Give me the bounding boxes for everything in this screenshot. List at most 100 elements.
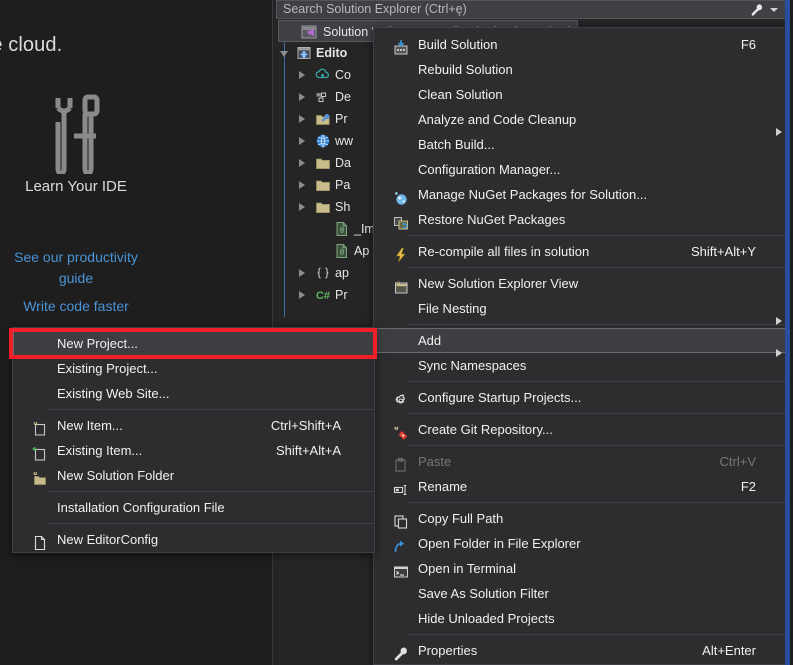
add-submenu[interactable]: New Project... Existing Project... Existin… — [12, 327, 375, 553]
menu-item-clean-solution[interactable]: Clean Solution — [374, 82, 789, 107]
menu-icon-placeholder — [14, 331, 48, 356]
menu-item-create-git-repository[interactable]: Create Git Repository... — [374, 417, 789, 442]
menu-item-shortcut: Shift+Alt+Y — [690, 244, 756, 259]
menu-item-label: Re-compile all files in solution — [418, 244, 590, 259]
menu-item-hide-unloaded-projects[interactable]: Hide Unloaded Projects — [374, 606, 789, 631]
menu-item-open-in-terminal[interactable]: Open in Terminal — [374, 556, 789, 581]
menu-item-save-as-solution-filter[interactable]: Save As Solution Filter — [374, 581, 789, 606]
menu-separator — [47, 409, 374, 410]
tree-row-label: Edito — [316, 46, 348, 60]
menu-item-label: Rename — [418, 479, 468, 494]
razor-file-icon: @ — [334, 221, 350, 237]
menu-item-shortcut: Shift+Alt+A — [275, 443, 341, 458]
menu-item-label: Open Folder in File Explorer — [418, 536, 581, 551]
menu-item-installation-configuration-file[interactable]: Installation Configuration File — [13, 495, 374, 520]
menu-item-label: Add — [418, 333, 442, 348]
menu-item-label: Existing Project... — [57, 361, 158, 376]
menu-separator — [408, 235, 789, 236]
wrench-icon — [375, 638, 409, 663]
menu-item-copy-full-path[interactable]: Copy Full Path — [374, 506, 789, 531]
tree-row-label: Co — [335, 68, 351, 82]
menu-item-label: Configure Startup Projects... — [418, 390, 582, 405]
menu-icon-placeholder — [375, 328, 409, 353]
menu-item-restore-nuget-packages[interactable]: Restore NuGet Packages — [374, 207, 789, 232]
menu-item-configure-startup-projects[interactable]: Configure Startup Projects... — [374, 385, 789, 410]
menu-item-batch-build[interactable]: Batch Build... — [374, 132, 789, 157]
menu-separator — [408, 502, 789, 503]
menu-item-build-solution[interactable]: Build Solution F6 — [374, 32, 789, 57]
tree-expander-collapsed-icon[interactable] — [299, 93, 305, 101]
menu-item-sync-namespaces[interactable]: Sync Namespaces — [374, 353, 789, 378]
menu-item-label: New EditorConfig — [57, 532, 159, 547]
menu-item-label: Existing Web Site... — [57, 386, 170, 401]
menu-item-properties[interactable]: Properties Alt+Enter — [374, 638, 789, 663]
menu-icon-placeholder — [14, 495, 48, 520]
menu-item-shortcut: Ctrl+V — [719, 454, 756, 469]
chevron-down-icon[interactable] — [770, 8, 778, 12]
menu-item-file-nesting[interactable]: File Nesting — [374, 296, 789, 325]
menu-item-re-compile-all-files-in-solution[interactable]: Re-compile all files in solution Shift+Al… — [374, 239, 789, 264]
visual-studio-solution-icon — [301, 24, 317, 40]
tree-expander-collapsed-icon[interactable] — [299, 71, 305, 79]
menu-item-label: Existing Item... — [57, 443, 143, 458]
menu-item-label: Properties — [418, 643, 478, 658]
menu-item-new-item[interactable]: New Item... Ctrl+Shift+A — [13, 413, 374, 438]
tree-expander-expanded-icon[interactable] — [280, 51, 288, 57]
tree-row-label: Pr — [335, 288, 348, 302]
menu-item-new-solution-explorer-view[interactable]: New Solution Explorer View — [374, 271, 789, 296]
menu-icon-placeholder — [375, 82, 409, 107]
menu-item-rename[interactable]: Rename F2 — [374, 474, 789, 499]
tree-row-label: Sh — [335, 200, 351, 214]
menu-item-label: New Project... — [57, 336, 138, 351]
menu-item-new-project[interactable]: New Project... — [13, 331, 374, 356]
menu-item-rebuild-solution[interactable]: Rebuild Solution — [374, 57, 789, 82]
tree-expander-collapsed-icon[interactable] — [299, 269, 305, 277]
menu-item-label: Configuration Manager... — [418, 162, 561, 177]
menu-separator — [47, 491, 374, 492]
tree-row-label: De — [335, 90, 351, 104]
csharp-file-icon: C# — [315, 287, 331, 303]
tree-expander-collapsed-icon[interactable] — [299, 137, 305, 145]
lightning-bolt-icon — [375, 239, 409, 264]
solution-context-menu[interactable]: Build Solution F6 Rebuild Solution Clean So… — [373, 27, 790, 665]
menu-item-new-editorconfig[interactable]: New EditorConfig — [13, 527, 374, 552]
menu-item-label: New Item... — [57, 418, 123, 433]
menu-item-add[interactable]: Add — [374, 328, 789, 357]
menu-item-label: Manage NuGet Packages for Solution... — [418, 187, 648, 202]
tree-expander-collapsed-icon[interactable] — [299, 203, 305, 211]
write-code-faster-link[interactable]: Write code faster — [0, 296, 152, 317]
tree-row-label: Pr — [335, 112, 348, 126]
menu-item-label: Installation Configuration File — [57, 500, 225, 515]
menu-item-label: Restore NuGet Packages — [418, 212, 566, 227]
razor-file-icon: @ — [334, 243, 350, 259]
tree-expander-collapsed-icon[interactable] — [299, 291, 305, 299]
tree-row-label: ww — [335, 134, 354, 148]
menu-separator — [408, 324, 789, 325]
menu-item-manage-nuget-packages-for-solution[interactable]: Manage NuGet Packages for Solution... — [374, 182, 789, 207]
menu-item-label: Analyze and Code Cleanup — [418, 112, 577, 127]
menu-item-label: New Solution Explorer View — [418, 276, 579, 291]
menu-item-existing-web-site[interactable]: Existing Web Site... — [13, 381, 374, 406]
menu-icon-placeholder — [375, 296, 409, 321]
menu-item-open-folder-in-file-explorer[interactable]: Open Folder in File Explorer — [374, 531, 789, 556]
menu-item-configuration-manager[interactable]: Configuration Manager... — [374, 157, 789, 182]
productivity-guide-link[interactable]: See our productivity guide — [0, 247, 152, 289]
menu-icon-placeholder — [375, 132, 409, 157]
menu-item-shortcut: F2 — [740, 479, 756, 494]
folder-icon — [315, 177, 331, 193]
tree-expander-collapsed-icon[interactable] — [299, 159, 305, 167]
folder-icon — [315, 155, 331, 171]
menu-item-existing-item[interactable]: Existing Item... Shift+Alt+A — [13, 438, 374, 463]
menu-item-existing-project[interactable]: Existing Project... — [13, 356, 374, 381]
menu-separator — [408, 381, 789, 382]
visual-studio-window: nd it to the cloud. Learn Your IDE See o… — [0, 0, 793, 665]
tree-expander-collapsed-icon[interactable] — [299, 181, 305, 189]
build-solution-icon — [375, 32, 409, 57]
menu-item-analyze-and-code-cleanup[interactable]: Analyze and Code Cleanup — [374, 107, 789, 136]
tree-expander-collapsed-icon[interactable] — [299, 115, 305, 123]
web-project-icon — [296, 45, 312, 61]
search-solution-explorer-input[interactable]: Search Solution Explorer (Ctrl+ę) — [276, 0, 787, 19]
menu-item-new-solution-folder[interactable]: New Solution Folder — [13, 463, 374, 488]
menu-separator — [47, 523, 374, 524]
new-item-icon — [14, 413, 48, 438]
